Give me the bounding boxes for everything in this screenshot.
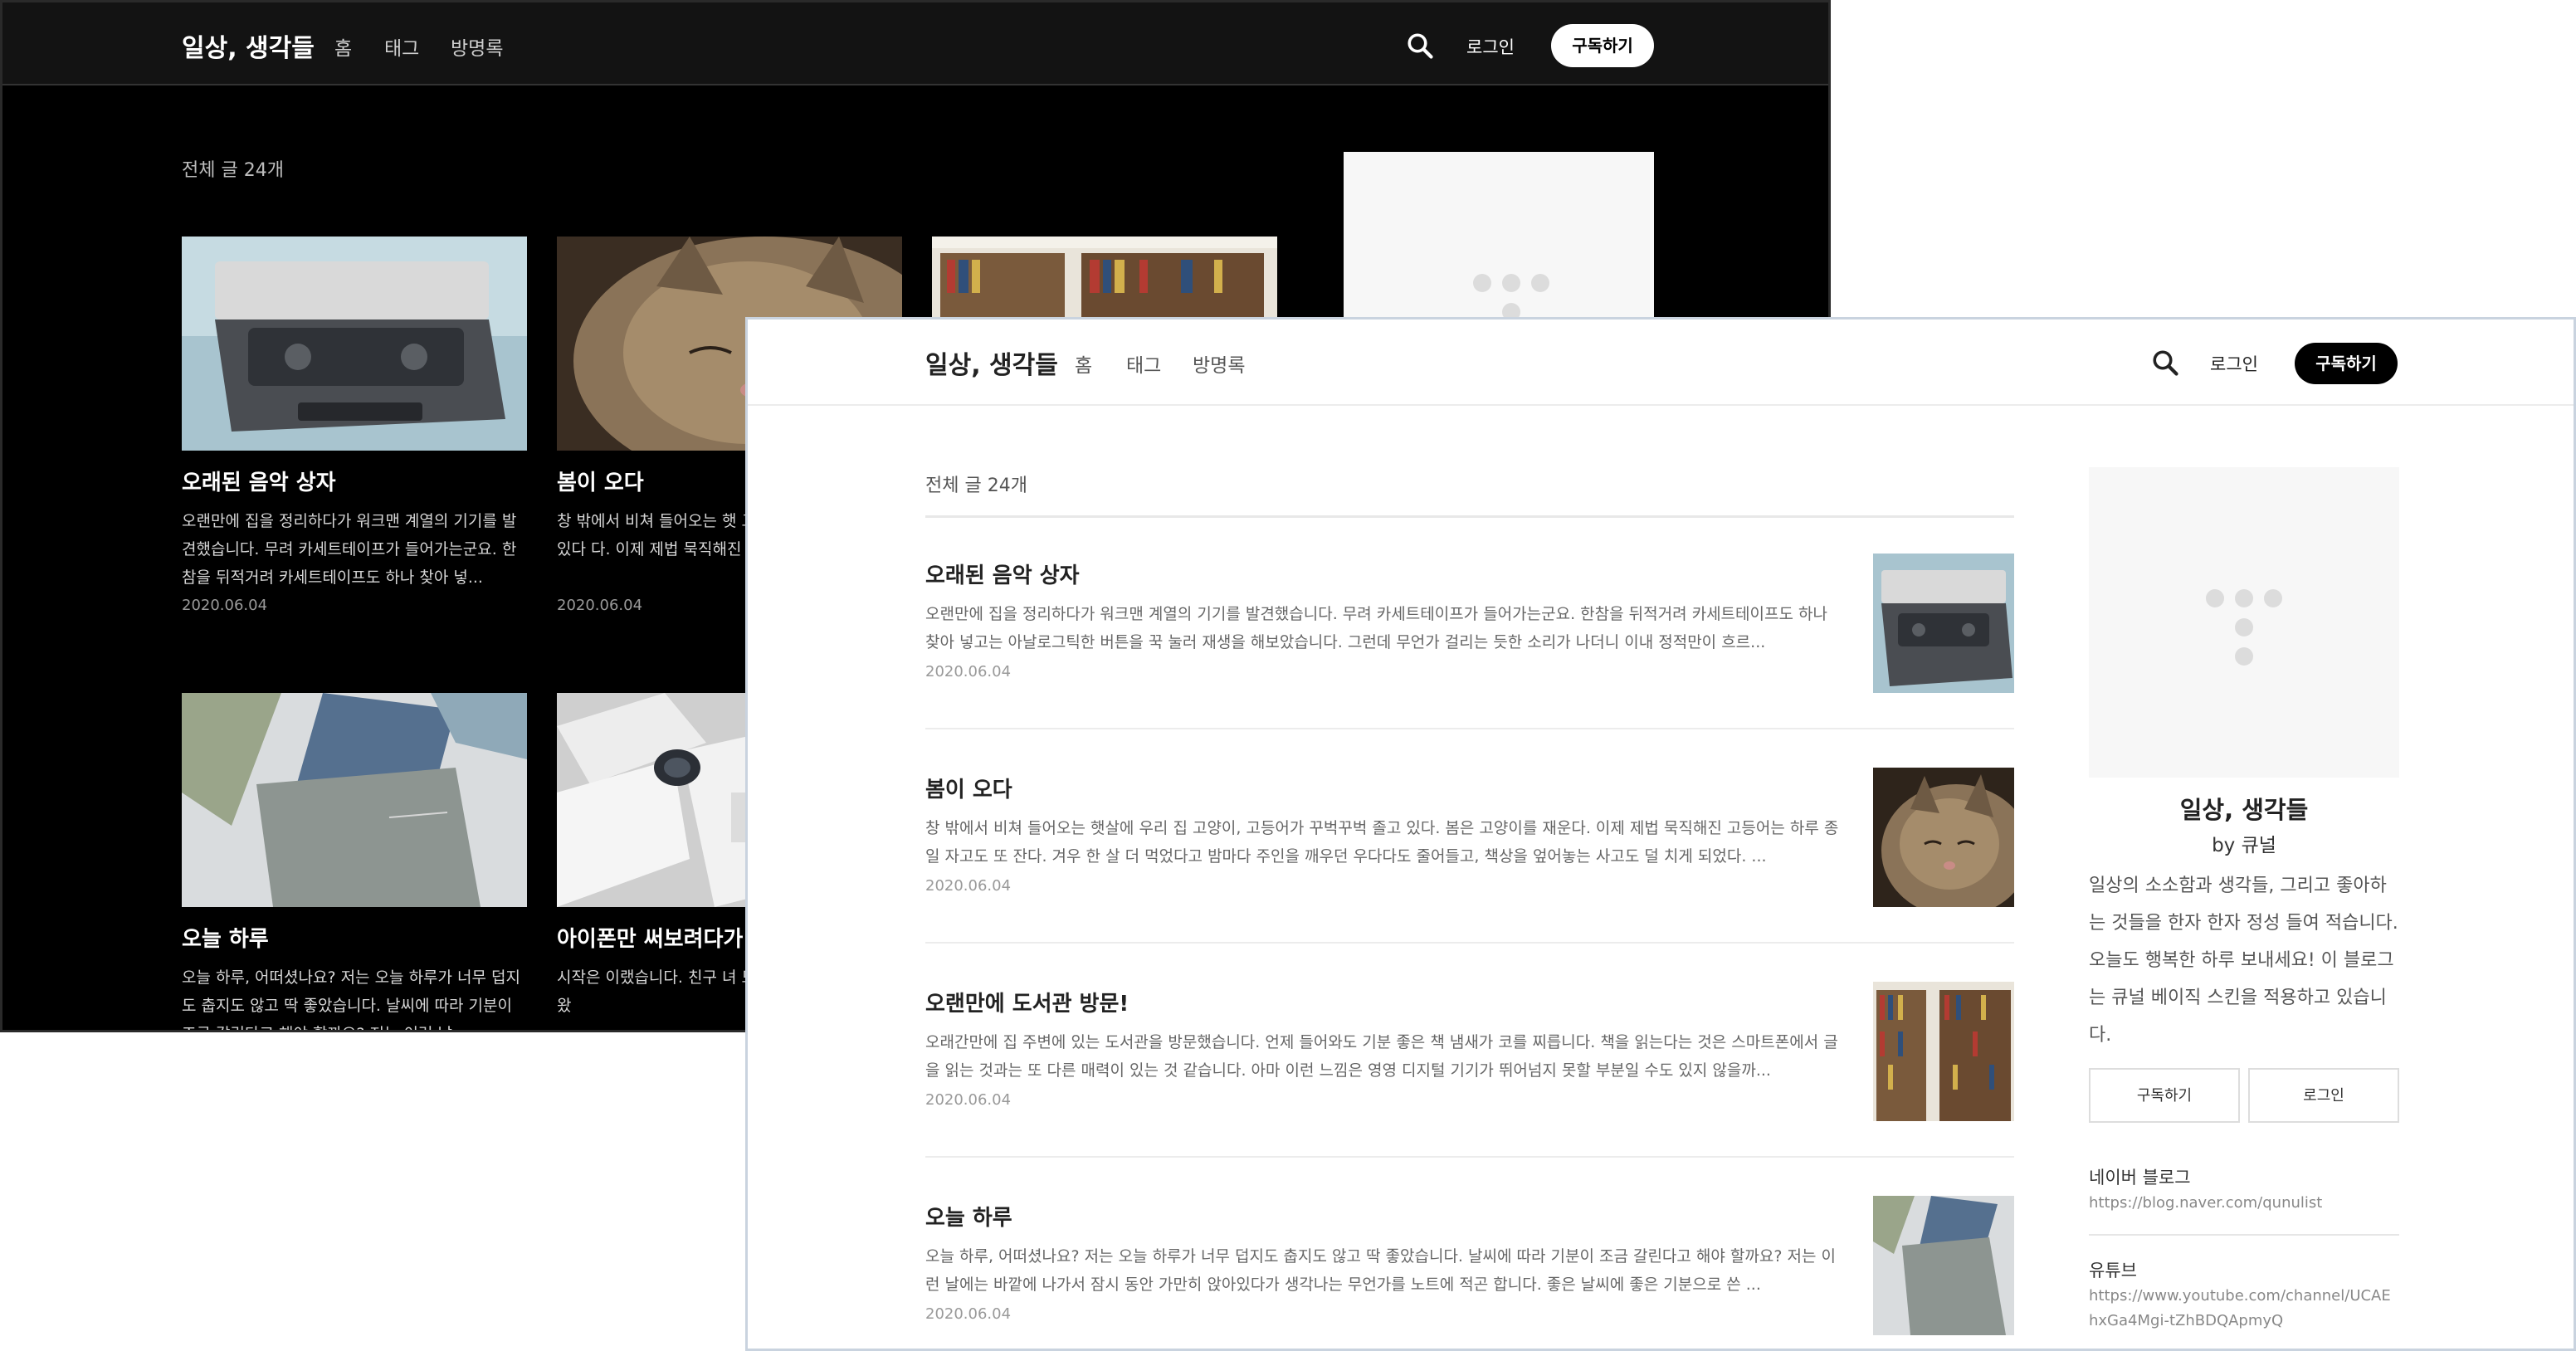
post-card[interactable]: 오늘 하루 오늘 하루, 어떠셨나요? 저는 오늘 하루가 너무 덥지도 춥지도…: [182, 693, 527, 1030]
subscribe-button[interactable]: 구독하기: [2295, 343, 2398, 384]
post-thumbnail[interactable]: [1873, 982, 2014, 1121]
site-header: 일상, 생각들 홈 태그 방명록 로그인 구독하기: [748, 319, 2574, 406]
post-title[interactable]: 봄이 오다: [925, 773, 1012, 803]
nav-home[interactable]: 홈: [1075, 349, 1092, 378]
post-date: 2020.06.04: [182, 597, 268, 614]
post-excerpt: 오늘 하루, 어떠셨나요? 저는 오늘 하루가 너무 덥지도 춥지도 않고 딱 …: [182, 968, 521, 1030]
search-icon[interactable]: [2150, 348, 2180, 378]
post-thumbnail[interactable]: [1873, 768, 2014, 907]
post-date: 2020.06.04: [925, 1305, 1012, 1323]
post-excerpt: 오래간만에 집 주변에 있는 도서관을 방문했습니다. 언제 들어와도 기분 좋…: [925, 1033, 1838, 1080]
sidebar-link-url[interactable]: https://blog.naver.com/qunulist: [2089, 1191, 2399, 1216]
sidebar-link-url[interactable]: https://www.youtube.com/channel/UCAEhxGa…: [2089, 1284, 2399, 1334]
subscribe-button[interactable]: 구독하기: [1551, 24, 1654, 67]
login-link[interactable]: 로그인: [1466, 34, 1515, 59]
post-title[interactable]: 오늘 하루: [925, 1201, 1012, 1232]
post-excerpt: 창 밖에서 비쳐 들어오는 햇살에 우리 집 고양이, 고등어가 꾸벅꾸벅 졸고…: [925, 819, 1839, 866]
post-title[interactable]: 오늘 하루: [182, 924, 527, 955]
post-list-item[interactable]: 오랜만에 도서관 방문! 오래간만에 집 주변에 있는 도서관을 방문했습니다.…: [925, 945, 2014, 1158]
post-thumbnail[interactable]: [182, 237, 527, 451]
search-icon[interactable]: [1405, 31, 1435, 61]
post-excerpt: 오늘 하루, 어떠셨나요? 저는 오늘 하루가 너무 덥지도 춥지도 않고 딱 …: [925, 1247, 1836, 1294]
post-excerpt: 오랜만에 집을 정리하다가 워크맨 계열의 기기를 발견했습니다. 무려 카세트…: [925, 605, 1827, 651]
sleeping-cat-image: [1873, 768, 2014, 907]
post-thumbnail[interactable]: [182, 693, 527, 907]
post-date: 2020.06.04: [925, 663, 1012, 680]
post-card[interactable]: 오래된 음악 상자 오랜만에 집을 정리하다가 워크맨 계열의 기기를 발견했습…: [182, 237, 527, 614]
post-divider: [925, 942, 2014, 944]
sidebar-login-button[interactable]: 로그인: [2248, 1068, 2399, 1123]
cassette-player-image: [182, 237, 527, 451]
post-divider: [925, 728, 2014, 729]
post-list-item[interactable]: 오늘 하루 오늘 하루, 어떠셨나요? 저는 오늘 하루가 너무 덥지도 춥지도…: [925, 1159, 2014, 1349]
light-theme-window: 일상, 생각들 홈 태그 방명록 로그인 구독하기 전체 글 24개 오래된 음…: [745, 317, 2576, 1351]
sidebar-author: by 큐널: [2212, 835, 2276, 856]
post-list-item[interactable]: 오래된 음악 상자 오랜만에 집을 정리하다가 워크맨 계열의 기기를 발견했습…: [925, 517, 2014, 729]
post-count: 전체 글 24개: [182, 160, 284, 181]
login-link[interactable]: 로그인: [2210, 351, 2258, 376]
post-date: 2020.06.04: [925, 1091, 1012, 1109]
post-divider: [925, 1156, 2014, 1158]
notebooks-image: [182, 693, 527, 907]
nav-guestbook[interactable]: 방명록: [1193, 349, 1245, 378]
post-title[interactable]: 오래된 음악 상자: [925, 558, 1080, 589]
screenshot-canvas: 일상, 생각들 홈 태그 방명록 로그인 구독하기 전체 글 24개 오래된 음…: [0, 0, 2576, 1351]
post-excerpt: 오랜만에 집을 정리하다가 워크맨 계열의 기기를 발견했습니다. 무려 카세트…: [182, 512, 517, 587]
nav-home[interactable]: 홈: [334, 32, 352, 61]
blog-title-link[interactable]: 일상, 생각들: [925, 344, 1058, 381]
post-date: 2020.06.04: [925, 877, 1012, 895]
post-thumbnail[interactable]: [1873, 1196, 2014, 1335]
site-header: 일상, 생각들 홈 태그 방명록 로그인 구독하기: [2, 2, 1828, 85]
blog-title-link[interactable]: 일상, 생각들: [182, 27, 315, 64]
post-title[interactable]: 오랜만에 도서관 방문!: [925, 987, 1129, 1017]
sidebar-link-label: 유튜브: [2089, 1261, 2137, 1280]
nav-guestbook[interactable]: 방명록: [451, 32, 503, 61]
post-list-item[interactable]: 봄이 오다 창 밖에서 비쳐 들어오는 햇살에 우리 집 고양이, 고등어가 꾸…: [925, 731, 2014, 944]
sidebar-divider: [2089, 1234, 2399, 1236]
cassette-player-image: [1873, 554, 2014, 693]
sidebar-link-label: 네이버 블로그: [2089, 1168, 2191, 1188]
nav-tags[interactable]: 태그: [384, 32, 419, 61]
post-thumbnail[interactable]: [1873, 554, 2014, 693]
sidebar-blog-title: 일상, 생각들: [2179, 796, 2309, 824]
nav-tags[interactable]: 태그: [1126, 349, 1161, 378]
sidebar-subscribe-button[interactable]: 구독하기: [2089, 1068, 2240, 1123]
loading-dots-icon: [2206, 589, 2282, 666]
post-title[interactable]: 오래된 음악 상자: [182, 467, 527, 499]
profile-image-placeholder: [2089, 467, 2399, 778]
post-count: 전체 글 24개: [925, 476, 1027, 496]
sidebar-description: 일상의 소소함과 생각들, 그리고 좋아하는 것들을 한자 한자 정성 들여 적…: [2089, 875, 2398, 1046]
notebooks-image: [1873, 1196, 2014, 1335]
library-shelves-image: [1873, 982, 2014, 1121]
